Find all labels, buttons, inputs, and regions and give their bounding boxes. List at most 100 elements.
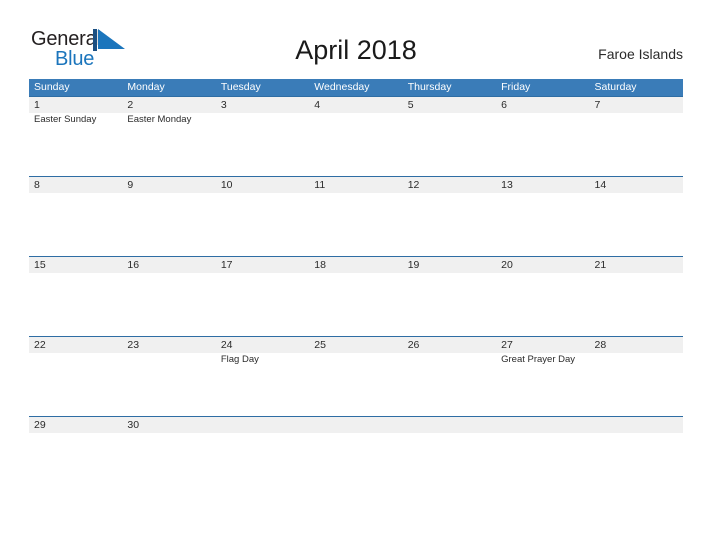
day-band: [402, 417, 497, 433]
week-row: 8 9 10 11 12 13 14: [29, 176, 683, 256]
day-cell[interactable]: 2 Easter Monday: [122, 97, 216, 176]
day-band: [309, 417, 403, 433]
day-band: [29, 177, 123, 193]
day-cell[interactable]: 19: [402, 257, 497, 336]
day-number: 14: [594, 179, 607, 191]
day-number: 8: [34, 179, 40, 191]
day-number: 3: [220, 99, 227, 111]
day-number: 19: [407, 259, 420, 271]
day-cell: [496, 417, 590, 444]
day-cell[interactable]: 10: [215, 177, 310, 256]
day-number: 15: [34, 259, 46, 271]
day-number: 16: [127, 259, 140, 271]
day-number: 26: [407, 339, 420, 351]
day-number: 1: [34, 99, 40, 111]
day-cell: [215, 417, 310, 444]
day-number: 18: [314, 259, 326, 271]
weekday-header-sunday: Sunday: [34, 81, 70, 93]
day-cell[interactable]: 27 Great Prayer Day: [496, 337, 590, 416]
day-cell[interactable]: 8: [29, 177, 123, 256]
day-band: [215, 417, 310, 433]
day-cell[interactable]: 22: [29, 337, 123, 416]
day-event: Easter Sunday: [34, 114, 97, 125]
day-number: 2: [127, 99, 134, 111]
day-number: 13: [501, 179, 513, 191]
day-band: [589, 97, 683, 113]
day-band: [215, 97, 310, 113]
day-cell[interactable]: 1 Easter Sunday: [29, 97, 123, 176]
week-row: 22 23 24 Flag Day 25 26 27 Great Prayer …: [29, 336, 683, 416]
day-number: 28: [594, 339, 607, 351]
day-number: 29: [34, 419, 46, 431]
day-cell[interactable]: 26: [402, 337, 497, 416]
day-band: [496, 97, 590, 113]
day-cell[interactable]: 30: [122, 417, 216, 444]
day-cell[interactable]: 25: [309, 337, 403, 416]
day-band: [29, 97, 123, 113]
day-cell[interactable]: 20: [496, 257, 590, 336]
week-row: 1 Easter Sunday 2 Easter Monday 3 4 5 6 …: [29, 96, 683, 176]
day-cell[interactable]: 21: [589, 257, 683, 336]
day-number: 24: [220, 339, 233, 351]
day-cell[interactable]: 11: [309, 177, 403, 256]
day-number: 25: [314, 339, 326, 351]
day-number: 7: [594, 99, 601, 111]
day-cell[interactable]: 23: [122, 337, 216, 416]
day-number: 20: [501, 259, 513, 271]
day-number: 23: [127, 339, 140, 351]
day-event: Great Prayer Day: [501, 354, 576, 365]
day-number: 30: [127, 419, 140, 431]
day-number: 4: [314, 99, 321, 111]
day-cell[interactable]: 6: [496, 97, 590, 176]
day-band: [589, 417, 683, 433]
weekday-header-monday: Monday: [127, 81, 165, 93]
day-cell[interactable]: 7: [589, 97, 683, 176]
day-cell: [589, 417, 683, 444]
day-cell[interactable]: 28: [589, 337, 683, 416]
day-cell[interactable]: 17: [215, 257, 310, 336]
day-number: 12: [407, 179, 420, 191]
day-number: 27: [501, 339, 513, 351]
day-number: 10: [220, 179, 233, 191]
day-cell[interactable]: 18: [309, 257, 403, 336]
day-band: [309, 97, 403, 113]
day-cell[interactable]: 9: [122, 177, 216, 256]
weekday-header-thursday: Thursday: [407, 81, 452, 93]
calendar-grid: Sunday Monday Tuesday Wednesday Thursday…: [29, 79, 683, 444]
day-band: [402, 97, 497, 113]
weekday-header-row: Sunday Monday Tuesday Wednesday Thursday…: [29, 79, 683, 96]
day-band: [122, 97, 216, 113]
day-cell[interactable]: 29: [29, 417, 123, 444]
day-cell[interactable]: 13: [496, 177, 590, 256]
day-number: 21: [594, 259, 607, 271]
day-number: 9: [127, 179, 134, 191]
weekday-header-friday: Friday: [501, 81, 531, 93]
day-cell[interactable]: 16: [122, 257, 216, 336]
day-cell[interactable]: 3: [215, 97, 310, 176]
day-number: 5: [407, 99, 414, 111]
day-band: [122, 177, 216, 193]
weekday-header-wednesday: Wednesday: [314, 81, 370, 93]
day-cell: [402, 417, 497, 444]
day-number: 6: [501, 99, 507, 111]
location-label: Faroe Islands: [598, 46, 683, 62]
day-cell[interactable]: 12: [402, 177, 497, 256]
day-cell[interactable]: 24 Flag Day: [215, 337, 310, 416]
day-cell[interactable]: 4: [309, 97, 403, 176]
day-cell: [309, 417, 403, 444]
day-number: 11: [314, 179, 326, 191]
day-cell[interactable]: 14: [589, 177, 683, 256]
day-cell[interactable]: 15: [29, 257, 123, 336]
week-row: 29 30: [29, 416, 683, 444]
calendar-page: General Blue April 2018 Faroe Islands Su…: [0, 0, 712, 550]
day-cell[interactable]: 5: [402, 97, 497, 176]
page-header: General Blue April 2018 Faroe Islands: [0, 0, 712, 79]
day-event: Flag Day: [220, 354, 259, 365]
day-event: Easter Monday: [127, 114, 192, 125]
week-row: 15 16 17 18 19 20 21: [29, 256, 683, 336]
day-number: 22: [34, 339, 46, 351]
weekday-header-saturday: Saturday: [594, 81, 637, 93]
weekday-header-tuesday: Tuesday: [220, 81, 261, 93]
day-number: 17: [220, 259, 233, 271]
day-band: [496, 417, 590, 433]
